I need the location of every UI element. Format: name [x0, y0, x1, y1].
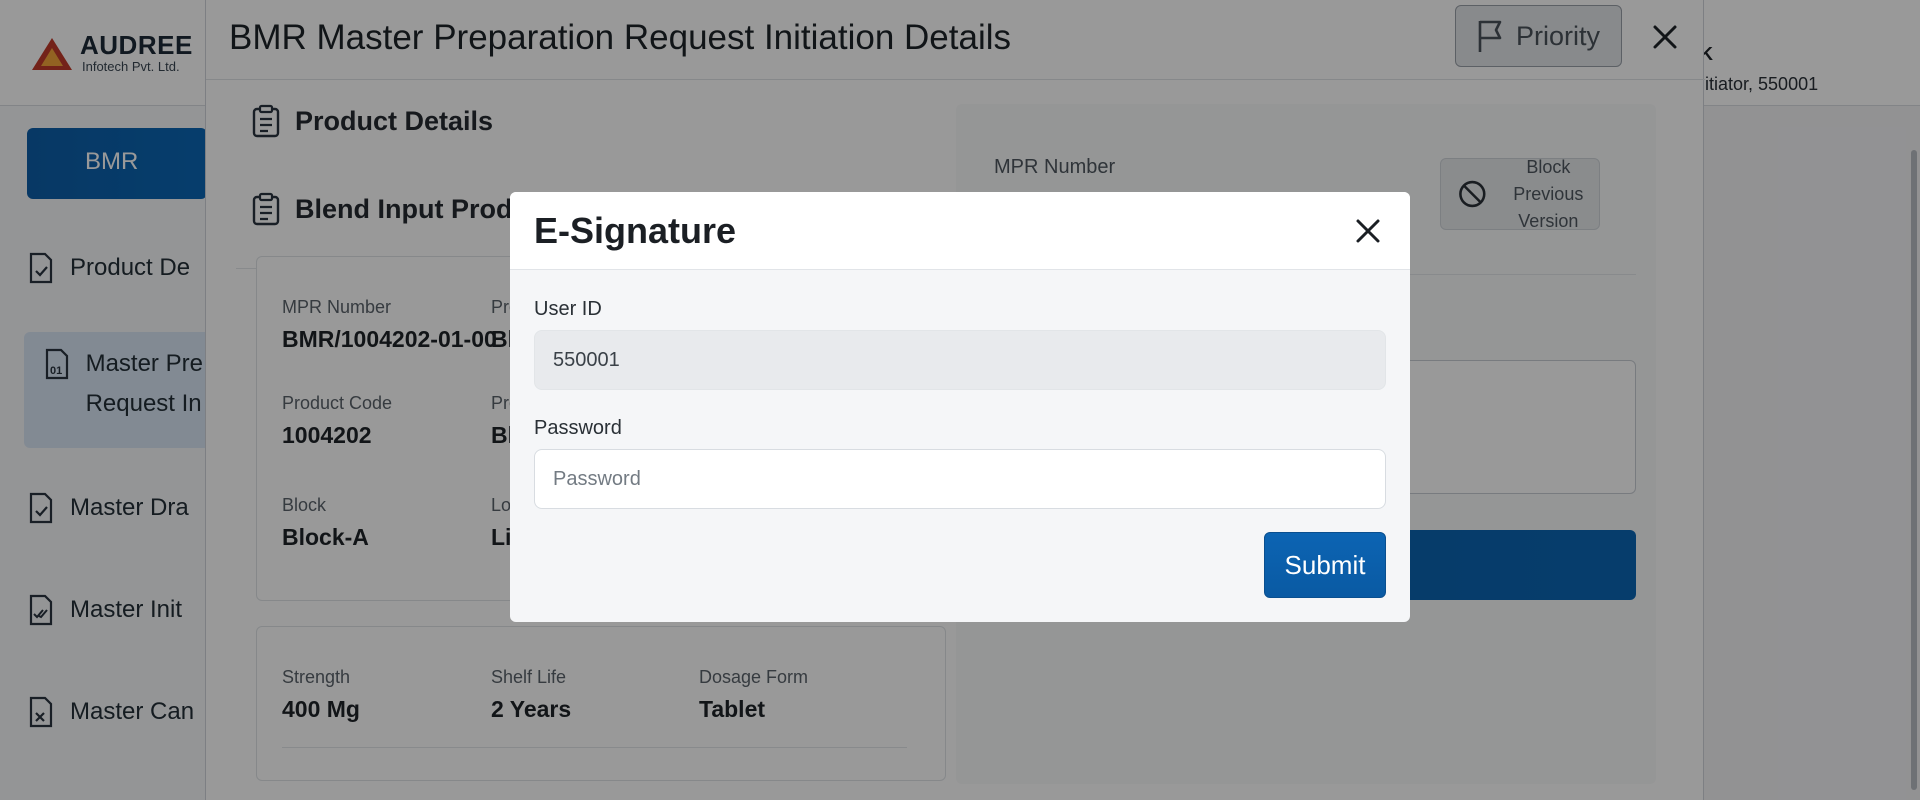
- close-icon[interactable]: [1352, 215, 1384, 247]
- submit-button[interactable]: Submit: [1264, 532, 1386, 598]
- user-id-label: User ID: [534, 298, 602, 320]
- password-input[interactable]: [534, 449, 1386, 509]
- modal-header: E-Signature: [510, 192, 1410, 270]
- modal-title: E-Signature: [534, 210, 737, 251]
- user-id-input[interactable]: [534, 330, 1386, 390]
- e-signature-modal: E-Signature User ID Password Submit: [510, 192, 1410, 622]
- password-label: Password: [534, 417, 622, 439]
